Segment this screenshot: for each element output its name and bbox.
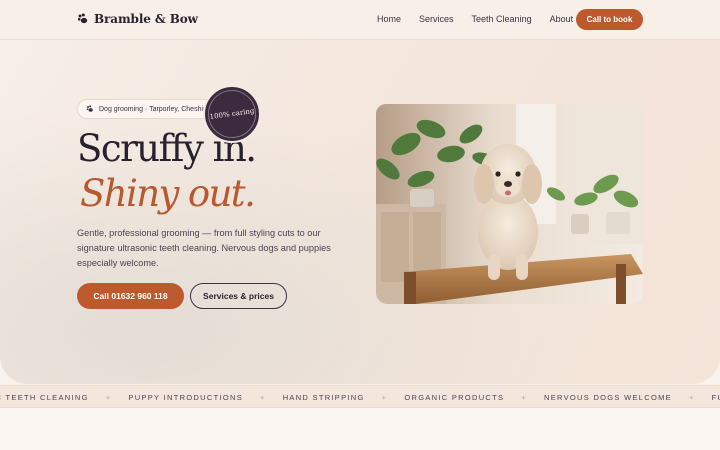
ticker-separator: + (260, 393, 266, 402)
location-pill: Dog grooming · Tarporley, Cheshire (77, 99, 219, 119)
ticker-separator: + (381, 393, 388, 402)
call-phone-label: Call 01632 960 118 (93, 291, 168, 301)
services-prices-button[interactable]: Services & prices (190, 283, 287, 309)
nav-about[interactable]: About (550, 14, 574, 24)
nav-teeth-cleaning[interactable]: Teeth Cleaning (472, 14, 532, 24)
dog-illustration (376, 104, 643, 304)
caring-badge: 100% caring (203, 85, 261, 143)
call-phone-button[interactable]: Call 01632 960 118 (77, 283, 184, 309)
site-header: Bramble & Bow Home Services Teeth Cleani… (0, 0, 720, 40)
nav-home[interactable]: Home (377, 14, 401, 24)
ticker-item: HAND STRIPPING (282, 393, 365, 402)
paw-icon (77, 13, 88, 24)
call-to-book-button[interactable]: Call to book (576, 9, 643, 30)
services-ticker: RASONIC TEETH CLEANING + PUPPY INTRODUCTIO… (0, 385, 720, 408)
nav-services[interactable]: Services (419, 14, 454, 24)
main-nav: Home Services Teeth Cleaning About (377, 14, 591, 24)
ticker-track: RASONIC TEETH CLEANING + PUPPY INTRODUCTIO… (0, 393, 720, 402)
paw-icon (86, 105, 93, 112)
ticker-separator: + (688, 393, 695, 402)
location-text: Dog grooming · Tarporley, Cheshire (99, 105, 210, 113)
ticker-item: FULL GROOM (711, 393, 720, 402)
lower-section (0, 408, 720, 450)
hero-description: Gentle, professional grooming — from ful… (77, 228, 331, 268)
ticker-item: RASONIC TEETH CLEANING (0, 393, 89, 402)
ticker-item: ORGANIC PRODUCTS (404, 393, 505, 402)
brand-name: Bramble & Bow (94, 12, 198, 26)
brand-logo[interactable]: Bramble & Bow (77, 12, 198, 26)
ticker-item: PUPPY INTRODUCTIONS (128, 393, 243, 402)
ticker-separator: + (521, 393, 528, 402)
caring-badge-text: 100% caring (204, 86, 260, 142)
headline-line-2: Shiny out. (80, 172, 256, 215)
ticker-item: NERVOUS DOGS WELCOME (544, 393, 672, 402)
hero-section: Dog grooming · Tarporley, Cheshire Scruf… (0, 40, 720, 384)
hero-dog-photo (376, 104, 643, 304)
ticker-separator: + (105, 393, 112, 402)
